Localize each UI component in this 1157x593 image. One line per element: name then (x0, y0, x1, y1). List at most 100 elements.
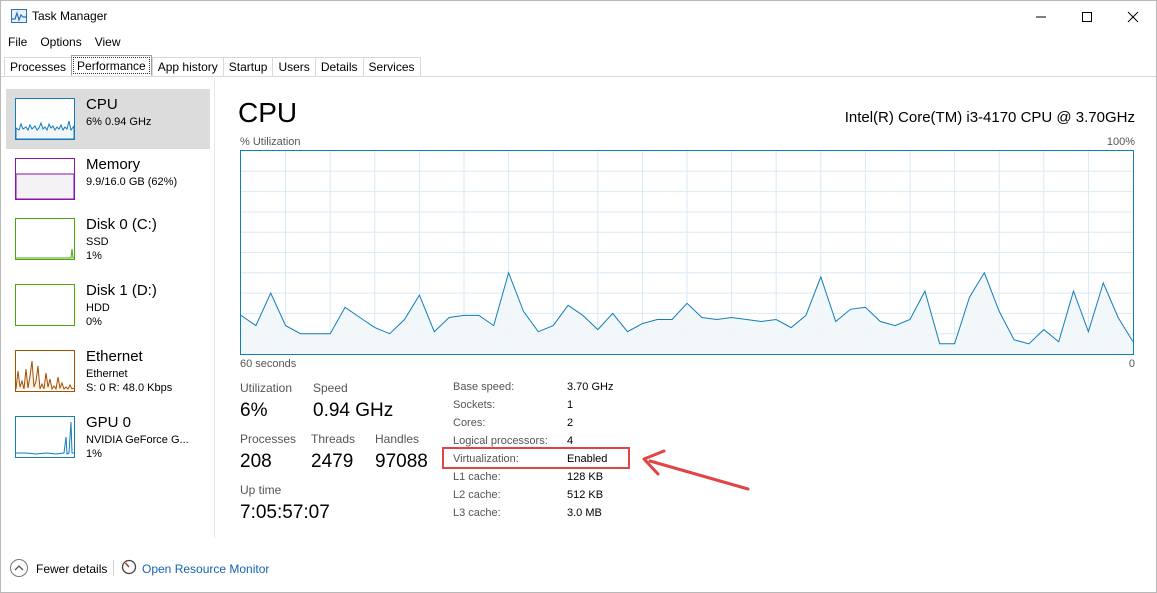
memory-thumbnail-graph (15, 158, 75, 200)
resource-ethernet[interactable]: Ethernet Ethernet S: 0 R: 48.0 Kbps (6, 341, 210, 401)
stat-uptime: Up time 7:05:57:07 (240, 483, 330, 524)
resource-detail: NVIDIA GeForce G... (86, 434, 189, 446)
gpu-thumbnail-graph (15, 416, 75, 458)
resource-detail: 6% 0.94 GHz (86, 116, 152, 128)
resource-disk-0[interactable]: Disk 0 (C:) SSD 1% (6, 209, 210, 269)
resource-detail: Ethernet (86, 368, 128, 380)
window-title: Task Manager (32, 9, 108, 23)
stat-value: 208 (240, 451, 272, 472)
footer: Fewer details Open Resource Monitor (1, 556, 1156, 581)
utilization-axis-label: % Utilization (240, 136, 301, 148)
resource-list: CPU 6% 0.94 GHz Memory 9.9/16.0 GB (62%)… (1, 78, 215, 538)
footer-divider (113, 560, 114, 576)
ethernet-thumbnail-graph (15, 350, 75, 392)
spec-value: 3.70 GHz (567, 381, 614, 393)
tab-details[interactable]: Details (314, 57, 363, 77)
stat-processes: Processes 208 (240, 432, 296, 473)
fewer-details-button[interactable]: Fewer details (36, 562, 107, 576)
resource-detail: 0% (86, 316, 102, 328)
cpu-utilization-graph (240, 150, 1134, 355)
spec-value: 4 (567, 435, 574, 447)
cpu-model-name: Intel(R) Core(TM) i3-4170 CPU @ 3.70GHz (844, 109, 1135, 126)
spec-value: 128 KB (567, 471, 604, 483)
stat-label: Speed (313, 381, 348, 395)
time-axis-label: 60 seconds (240, 358, 297, 370)
stat-speed: Speed 0.94 GHz (313, 381, 393, 422)
page-title: CPU (238, 97, 298, 128)
resource-detail: HDD (86, 302, 110, 314)
resource-name: CPU (86, 96, 118, 113)
menu-options[interactable]: Options (33, 32, 87, 52)
resource-monitor-icon[interactable] (121, 559, 137, 575)
spec-label: Logical processors: (453, 435, 548, 447)
resource-name: Ethernet (86, 348, 143, 365)
axis-min-label: 0 (1128, 358, 1135, 370)
resource-name: Disk 1 (D:) (86, 282, 157, 299)
task-manager-icon (11, 9, 27, 23)
cpu-thumbnail-graph (15, 98, 75, 140)
disk-0-thumbnail-graph (15, 218, 75, 260)
virtualization-highlight-box (442, 447, 630, 469)
stat-value: 0.94 GHz (313, 400, 394, 421)
minimize-icon (1036, 16, 1046, 17)
resource-cpu[interactable]: CPU 6% 0.94 GHz (6, 89, 210, 149)
stat-value: 6% (240, 400, 268, 421)
resource-name: GPU 0 (86, 414, 132, 431)
stat-threads: Threads 2479 (311, 432, 355, 473)
stat-value: 7:05:57:07 (240, 502, 330, 523)
resource-detail: 9.9/16.0 GB (62%) (86, 176, 178, 188)
spec-value: 512 KB (567, 489, 604, 501)
stat-value: 2479 (311, 451, 354, 472)
stat-utilization: Utilization 6% (240, 381, 292, 422)
resource-detail: 1% (86, 250, 102, 262)
stat-label: Utilization (240, 381, 293, 395)
spec-label: L2 cache: (453, 489, 501, 501)
close-icon (1127, 11, 1139, 22)
spec-label: L3 cache: (453, 507, 501, 519)
spec-value: 2 (567, 417, 574, 429)
annotation-arrow-icon (642, 449, 750, 491)
tab-services[interactable]: Services (362, 57, 421, 77)
stat-handles: Handles 97088 (375, 432, 428, 473)
resource-disk-1[interactable]: Disk 1 (D:) HDD 0% (6, 275, 210, 335)
spec-label: L1 cache: (453, 471, 501, 483)
resource-detail: S: 0 R: 48.0 Kbps (86, 382, 173, 394)
stat-label: Threads (311, 432, 356, 446)
tab-processes[interactable]: Processes (4, 57, 72, 77)
menu-file[interactable]: File (1, 32, 33, 52)
resource-gpu-0[interactable]: GPU 0 NVIDIA GeForce G... 1% (6, 407, 210, 467)
axis-max-label: 100% (1106, 136, 1135, 148)
minimize-button[interactable] (1018, 1, 1064, 32)
task-manager-window: Task Manager File Options View Processes… (0, 0, 1157, 593)
title-bar[interactable]: Task Manager (1, 1, 1156, 32)
tab-startup[interactable]: Startup (222, 57, 273, 77)
tab-bar: Processes Performance App history Startu… (1, 55, 1156, 77)
stat-label: Processes (240, 432, 297, 446)
stat-label: Handles (375, 432, 420, 446)
tab-users[interactable]: Users (272, 57, 315, 77)
open-resource-monitor-link[interactable]: Open Resource Monitor (142, 562, 269, 576)
menu-bar: File Options View (1, 32, 127, 52)
disk-1-thumbnail-graph (15, 284, 75, 326)
stat-label: Up time (240, 483, 282, 497)
spec-value: 3.0 MB (567, 507, 602, 519)
spec-value: 1 (567, 399, 574, 411)
close-button[interactable] (1110, 1, 1156, 32)
stat-value: 97088 (375, 451, 428, 472)
menu-view[interactable]: View (88, 32, 127, 52)
maximize-icon (1082, 11, 1092, 22)
spec-label: Base speed: (453, 381, 515, 393)
resource-name: Memory (86, 156, 141, 173)
spec-label: Cores: (453, 417, 486, 429)
resource-detail: SSD (86, 236, 109, 248)
resource-detail: 1% (86, 448, 102, 460)
spec-label: Sockets: (453, 399, 496, 411)
cpu-graph-svg (240, 151, 1134, 354)
tab-performance[interactable]: Performance (71, 55, 152, 76)
cpu-detail-panel: CPU Intel(R) Core(TM) i3-4170 CPU @ 3.70… (216, 78, 1156, 538)
resource-memory[interactable]: Memory 9.9/16.0 GB (62%) (6, 149, 210, 209)
tab-app-history[interactable]: App history (151, 57, 223, 77)
maximize-button[interactable] (1064, 1, 1110, 32)
chevron-up-icon[interactable] (10, 559, 28, 577)
resource-name: Disk 0 (C:) (86, 216, 157, 233)
